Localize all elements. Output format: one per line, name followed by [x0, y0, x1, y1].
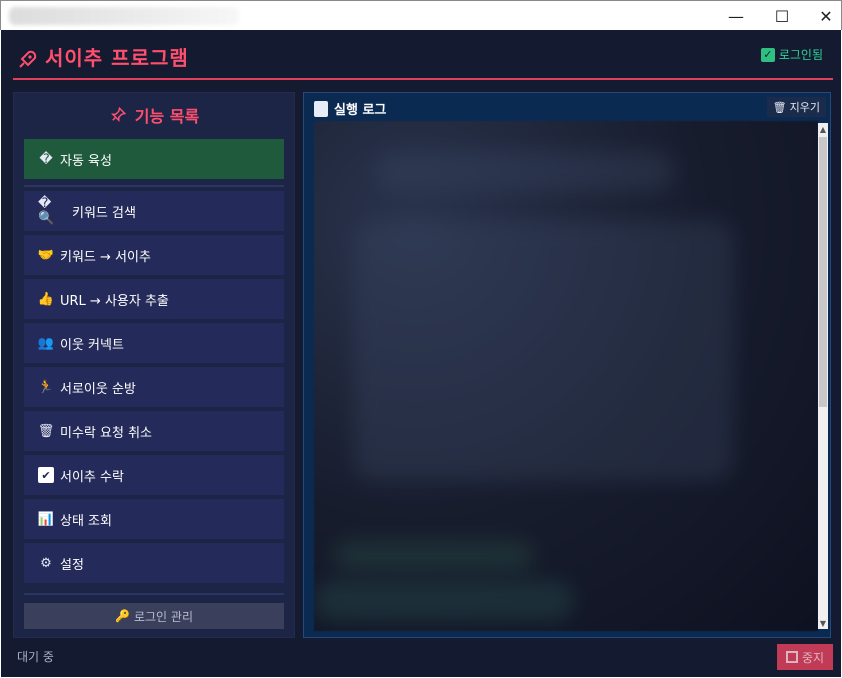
login-status-label: 로그인됨 — [778, 48, 823, 62]
app-title: 서이추 프로그램 — [45, 46, 189, 70]
sidebar-item-settings[interactable]: ⚙ 설정 — [24, 543, 284, 583]
sidebar-title: 기능 목록 — [14, 103, 294, 127]
maximize-button[interactable]: ☐ — [759, 1, 805, 31]
sidebar-item-label: URL → 사용자 추출 — [60, 293, 169, 309]
gear-icon: ⚙ — [40, 555, 52, 571]
log-scrollbar[interactable]: ▲ ▼ — [818, 123, 828, 629]
blurred-log-line — [314, 581, 574, 621]
sidebar-item-label: 설정 — [60, 557, 84, 573]
sidebar-item-keyword-search[interactable]: �🔍 키워드 검색 — [24, 191, 284, 231]
checkbox-icon: ✔ — [38, 467, 54, 483]
login-status: ✓ 로그인됨 — [760, 46, 823, 63]
sidebar-title-label: 기능 목록 — [134, 107, 200, 126]
log-title: 실행 로그 — [314, 99, 386, 118]
sidebar-item-keyword-neighbor[interactable]: 🤝 키워드 → 서이추 — [24, 235, 284, 275]
sidebar-item-cancel-requests[interactable]: 🗑 미수락 요청 취소 — [24, 411, 284, 451]
sidebar-item-label: 서이추 수락 — [60, 469, 124, 485]
clipboard-icon — [314, 100, 328, 117]
sidebar-item-accept-neighbor[interactable]: ✔ 서이추 수락 — [24, 455, 284, 495]
stop-label: 중지 — [801, 650, 825, 665]
clear-log-button[interactable]: 🗑 지우기 — [766, 97, 826, 117]
stop-icon — [785, 651, 798, 663]
sidebar: 기능 목록 � 자동 육성 �🔍 키워드 검색 🤝 키워드 → 서이추 👍 UR… — [13, 92, 295, 638]
sidebar-item-url-extract[interactable]: 👍 URL → 사용자 추출 — [24, 279, 284, 319]
sidebar-item-label: 키워드 → 서이추 — [60, 249, 151, 265]
handshake-icon: 🤝 — [37, 247, 55, 263]
login-manage-label: 로그인 관리 — [133, 609, 193, 624]
log-panel: 실행 로그 🗑 지우기 ▲ ▼ — [303, 92, 831, 638]
sidebar-item-label: 자동 육성 — [60, 153, 112, 169]
blurred-log-line — [374, 151, 674, 191]
check-icon: ✓ — [760, 47, 775, 62]
close-button[interactable]: ✕ — [803, 1, 842, 31]
sidebar-item-label: 상태 조회 — [60, 513, 112, 529]
scroll-thumb[interactable] — [819, 137, 827, 407]
sidebar-item-neighbor-connect[interactable]: 👥 이웃 커넥트 — [24, 323, 284, 363]
rocket-icon — [19, 50, 37, 68]
scroll-down-icon[interactable]: ▼ — [818, 617, 828, 629]
sidebar-item-label: 이웃 커넥트 — [60, 337, 124, 353]
header-divider — [13, 78, 833, 80]
sidebar-divider — [24, 593, 284, 595]
sidebar-divider — [24, 185, 284, 187]
blurred-log-line — [334, 541, 534, 571]
bar-chart-icon: 📊 — [37, 511, 55, 527]
clear-log-label: 지우기 — [789, 101, 820, 114]
login-manage-button[interactable]: 🔑 로그인 관리 — [24, 603, 284, 629]
log-title-label: 실행 로그 — [334, 103, 387, 118]
window-title-blurred — [9, 7, 239, 25]
window-titlebar: — ☐ ✕ — [0, 0, 842, 30]
status-text: 대기 중 — [17, 650, 54, 664]
sidebar-item-label: 키워드 검색 — [72, 205, 136, 221]
trash-icon: 🗑 — [772, 100, 787, 114]
app-window: 서이추 프로그램 ✓ 로그인됨 기능 목록 � 자동 육성 �🔍 키워드 검색 … — [1, 30, 841, 677]
sidebar-item-auto-grow[interactable]: � 자동 육성 — [24, 139, 284, 179]
sidebar-item-label: 미수락 요청 취소 — [60, 425, 152, 441]
thumbs-up-icon: 👍 — [37, 291, 55, 307]
sidebar-item-label: 서로이웃 순방 — [60, 381, 136, 397]
scroll-up-icon[interactable]: ▲ — [818, 123, 828, 135]
blurred-log-block — [354, 221, 734, 481]
key-icon: 🔑 — [115, 609, 130, 623]
log-output[interactable] — [314, 121, 818, 631]
app-header: 서이추 프로그램 ✓ 로그인됨 — [13, 30, 833, 80]
pin-icon — [110, 106, 126, 123]
minimize-button[interactable]: — — [713, 1, 759, 31]
trash-icon: 🗑 — [37, 423, 55, 439]
search-icon: �🔍 — [38, 196, 55, 226]
stop-button[interactable]: 중지 — [777, 644, 833, 670]
leaf-icon: � — [39, 151, 53, 167]
users-icon: 👥 — [37, 335, 55, 351]
sidebar-item-mutual-visit[interactable]: 🏃 서로이웃 순방 — [24, 367, 284, 407]
sidebar-item-status-check[interactable]: 📊 상태 조회 — [24, 499, 284, 539]
runner-icon: 🏃 — [37, 379, 55, 395]
